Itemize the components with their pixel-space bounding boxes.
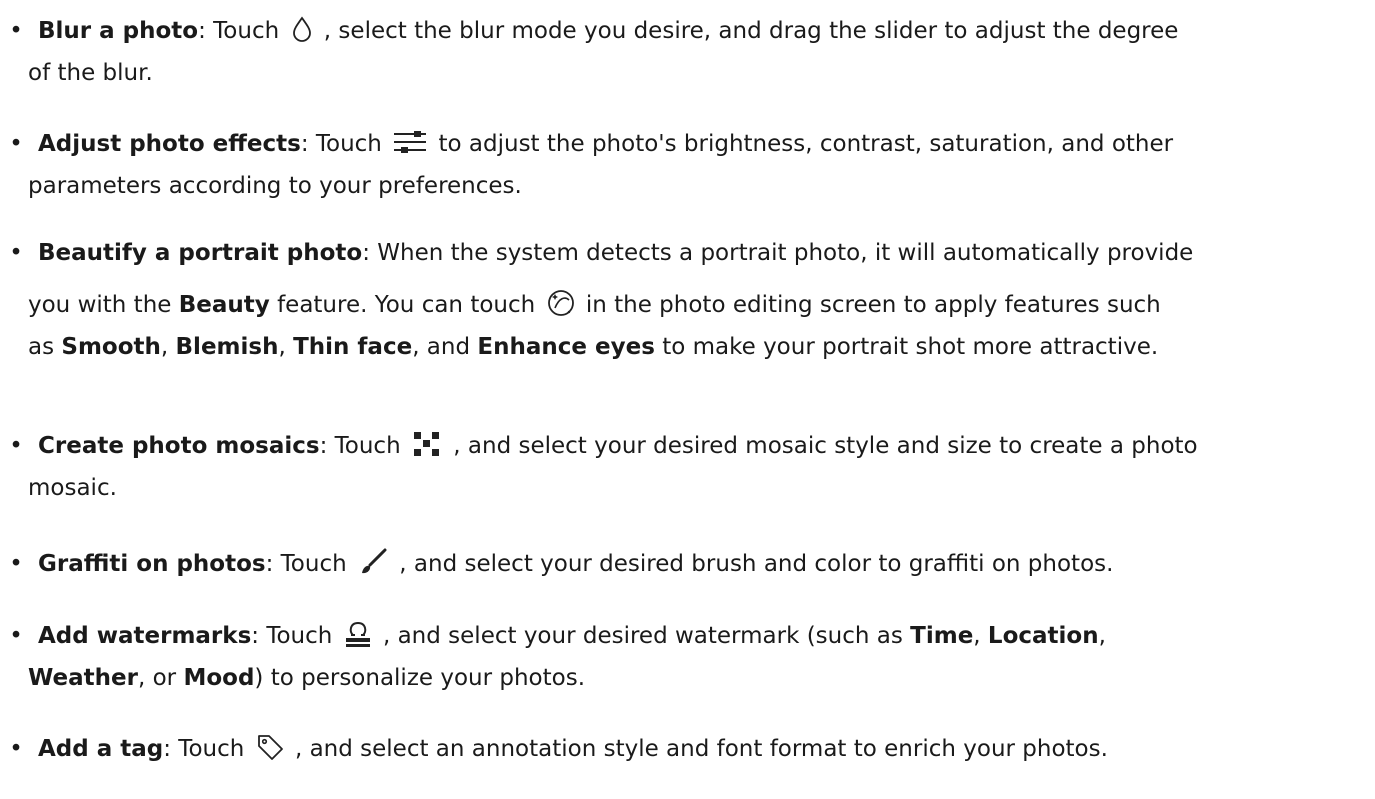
bullet: • xyxy=(9,623,23,649)
term-beautify: Beautify a portrait photo xyxy=(38,240,363,266)
text: to make your portrait shot more attracti… xyxy=(654,334,1159,360)
text: : Touch xyxy=(319,433,408,459)
feature-list: • Blur a photo: Touch , select the blur … xyxy=(0,0,1375,799)
text: of the blur. xyxy=(28,60,153,86)
term-tag: Add a tag xyxy=(38,736,164,762)
list-item-beautify: • Beautify a portrait photo: When the sy… xyxy=(0,232,1375,368)
text: : Touch xyxy=(163,736,252,762)
text: : Touch xyxy=(300,131,390,157)
text: , or xyxy=(137,665,184,691)
text: , and select your desired brush and colo… xyxy=(391,551,1114,577)
droplet-icon xyxy=(291,15,313,42)
list-item-tag: • Add a tag: Touch , and select an annot… xyxy=(0,728,1375,770)
text: : Touch xyxy=(265,551,354,577)
term-mosaic: Create photo mosaics xyxy=(38,433,320,459)
keyword-location: Location xyxy=(987,623,1099,649)
list-item-graffiti: • Graffiti on photos: Touch , and select… xyxy=(0,543,1375,585)
keyword-thin-face: Thin face xyxy=(293,334,413,360)
text: , xyxy=(973,623,988,649)
keyword-smooth: Smooth xyxy=(61,334,161,360)
list-item-adjust: • Adjust photo effects: Touch to adjust … xyxy=(0,123,1375,207)
text: feature. You can touch xyxy=(269,292,543,318)
keyword-time: Time xyxy=(910,623,974,649)
term-graffiti: Graffiti on photos xyxy=(38,551,266,577)
text: : Touch xyxy=(251,623,340,649)
sliders-icon xyxy=(393,129,427,155)
term-adjust: Adjust photo effects xyxy=(38,131,301,157)
keyword-blemish: Blemish xyxy=(175,334,279,360)
text: to adjust the photo's brightness, contra… xyxy=(431,131,1174,157)
text: : When the system detects a portrait pho… xyxy=(362,240,1194,266)
text: : Touch xyxy=(198,18,287,44)
bullet: • xyxy=(9,240,23,266)
brush-icon xyxy=(358,548,388,576)
watermark-icon xyxy=(344,620,372,648)
text: as xyxy=(28,334,62,360)
list-item-mosaic: • Create photo mosaics: Touch , and sele… xyxy=(0,425,1375,509)
text: , and xyxy=(412,334,478,360)
bullet: • xyxy=(9,551,23,577)
text: you with the xyxy=(28,292,179,318)
text: , xyxy=(160,334,176,360)
bullet: • xyxy=(9,131,23,157)
text: , xyxy=(1098,623,1106,649)
keyword-beauty: Beauty xyxy=(178,292,270,318)
keyword-enhance-eyes: Enhance eyes xyxy=(477,334,655,360)
keyword-mood: Mood xyxy=(183,665,255,691)
text: , and select your desired watermark (suc… xyxy=(375,623,911,649)
term-watermark: Add watermarks xyxy=(38,623,252,649)
text: mosaic. xyxy=(28,475,117,501)
list-item-watermark: • Add watermarks: Touch , and select you… xyxy=(0,615,1375,699)
beauty-face-icon xyxy=(547,288,575,318)
list-item-blur: • Blur a photo: Touch , select the blur … xyxy=(0,10,1375,94)
text: parameters according to your preferences… xyxy=(28,173,522,199)
term-blur: Blur a photo xyxy=(38,18,199,44)
text: , select the blur mode you desire, and d… xyxy=(316,18,1179,44)
bullet: • xyxy=(9,736,23,762)
text: ) to personalize your photos. xyxy=(254,665,586,691)
keyword-weather: Weather xyxy=(28,665,138,691)
text: in the photo editing screen to apply fea… xyxy=(578,292,1161,318)
tag-icon xyxy=(256,733,284,761)
text: , and select your desired mosaic style a… xyxy=(445,433,1198,459)
text: , and select an annotation style and fon… xyxy=(287,736,1108,762)
bullet: • xyxy=(9,433,23,459)
mosaic-icon xyxy=(412,430,442,458)
text: , xyxy=(278,334,294,360)
bullet: • xyxy=(9,18,23,44)
